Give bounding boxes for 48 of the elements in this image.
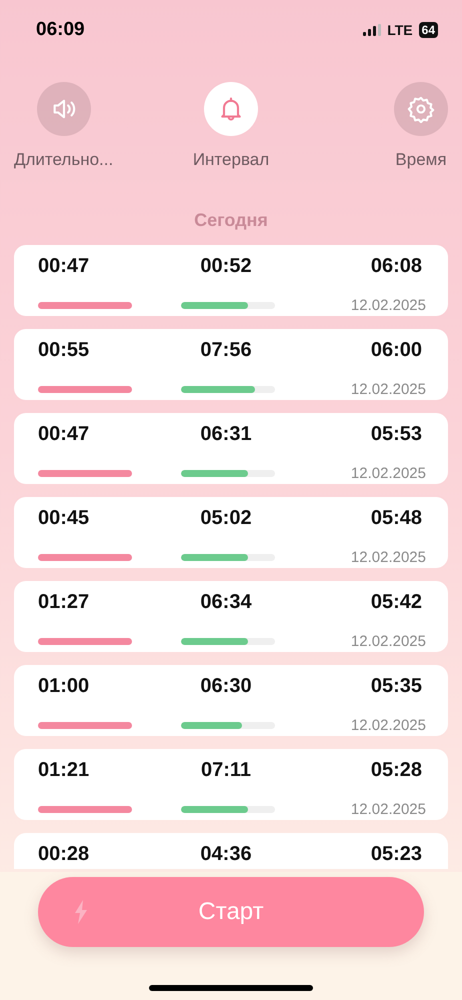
tab[interactable]: Интервал — [192, 82, 270, 170]
duration-time: 00:47 — [38, 423, 90, 447]
start-time: 05:42 — [370, 591, 422, 615]
duration-time: 01:27 — [38, 591, 90, 615]
start-time: 05:48 — [370, 507, 422, 531]
battery-level: 64 — [418, 22, 438, 38]
start-time: 05:28 — [370, 759, 422, 783]
duration-time: 00:55 — [38, 339, 90, 363]
session-date: 12.02.2025 — [350, 296, 426, 314]
duration-time: 00:28 — [38, 843, 90, 867]
session-card[interactable]: 00:47 00:52 06:08 12.02.2025 — [14, 245, 448, 316]
session-card[interactable]: 00:47 06:31 05:53 12.02.2025 — [14, 413, 448, 484]
session-card[interactable]: 01:00 06:30 05:35 12.02.2025 — [14, 665, 448, 736]
status-time: 06:09 — [36, 19, 85, 41]
network-label: LTE — [387, 22, 413, 38]
start-time: 06:00 — [370, 339, 422, 363]
duration-time: 01:21 — [38, 759, 90, 783]
session-card[interactable]: 00:45 05:02 05:48 12.02.2025 — [14, 497, 448, 568]
interval-time: 07:56 — [200, 339, 252, 363]
session-date: 12.02.2025 — [350, 716, 426, 734]
start-time: 06:08 — [370, 255, 422, 279]
session-date: 12.02.2025 — [350, 548, 426, 566]
duration-time: 00:47 — [38, 255, 90, 279]
interval-time: 07:11 — [200, 759, 252, 783]
interval-time: 06:34 — [200, 591, 252, 615]
duration-time: 00:45 — [38, 507, 90, 531]
interval-time: 00:52 — [200, 255, 252, 279]
interval-time: 06:31 — [200, 423, 252, 447]
session-card[interactable]: 01:21 07:11 05:28 12.02.2025 — [14, 749, 448, 820]
lightning-icon — [74, 900, 88, 924]
start-time: 05:53 — [370, 423, 422, 447]
interval-time: 06:30 — [200, 675, 252, 699]
session-date: 12.02.2025 — [350, 800, 426, 818]
interval-time: 04:36 — [200, 843, 252, 867]
settings-icon — [407, 95, 435, 123]
session-card[interactable]: 00:28 04:36 05:23 — [14, 833, 448, 869]
duration-time: 01:00 — [38, 675, 90, 699]
signal-icon — [363, 24, 382, 36]
session-date: 12.02.2025 — [350, 380, 426, 398]
interval-time: 05:02 — [200, 507, 252, 531]
session-date: 12.02.2025 — [350, 464, 426, 482]
start-time: 05:23 — [370, 843, 422, 867]
section-title: Сегодня — [193, 210, 269, 231]
session-card[interactable]: 00:55 07:56 06:00 12.02.2025 — [14, 329, 448, 400]
session-date: 12.02.2025 — [350, 632, 426, 650]
tab[interactable]: Длительно... — [14, 82, 114, 170]
session-card[interactable]: 01:27 06:34 05:42 12.02.2025 — [14, 581, 448, 652]
start-time: 05:35 — [370, 675, 422, 699]
